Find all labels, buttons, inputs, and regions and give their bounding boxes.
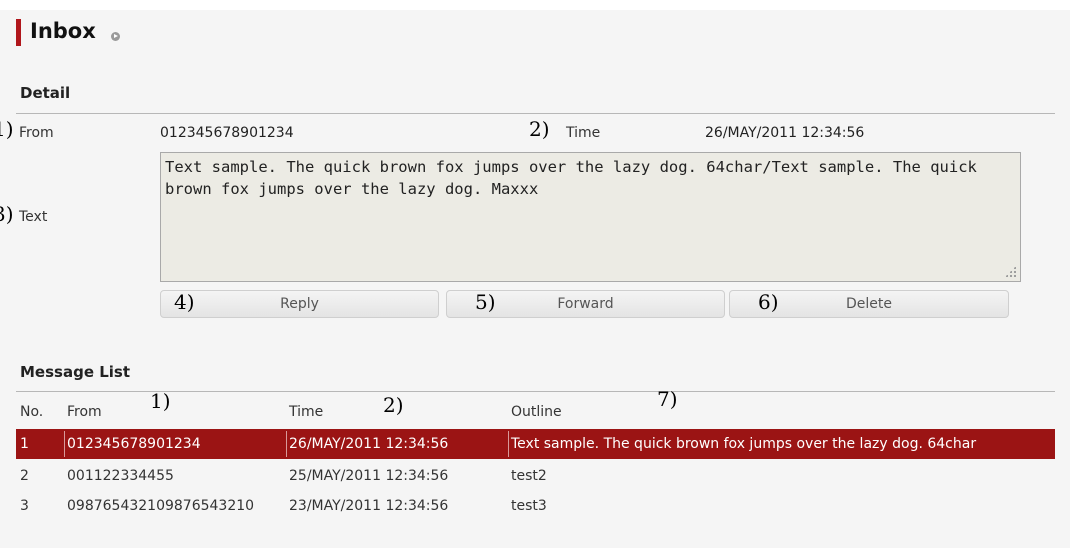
message-list-title: Message List [20,363,131,381]
column-time-marker: 2) [383,393,404,417]
detail-section-title: Detail [20,84,71,102]
row-no: 1 [20,436,29,452]
row-time: 23/MAY/2011 12:34:56 [289,498,449,514]
message-list-divider [16,391,1055,392]
row-outline: Text sample. The quick brown fox jumps o… [511,436,977,452]
from-marker: 1) [0,117,14,141]
column-header-time: Time [289,404,324,420]
row-no: 3 [20,498,29,514]
cell-separator [286,431,287,457]
resize-grip-icon[interactable] [1005,266,1016,277]
table-row[interactable]: 3 098765432109876543210 23/MAY/2011 12:3… [16,491,1055,521]
cell-separator [508,431,509,457]
cell-separator [64,431,65,457]
delete-button-label: Delete [846,296,892,312]
row-time: 25/MAY/2011 12:34:56 [289,468,449,484]
table-row[interactable]: 2 001122334455 25/MAY/2011 12:34:56 test… [16,461,1055,491]
page-title: Inbox [30,19,96,43]
message-text: Text sample. The quick brown fox jumps o… [165,158,977,198]
time-label: Time [566,125,601,141]
from-label: From [19,125,54,141]
row-outline: test3 [511,498,547,514]
row-from: 098765432109876543210 [67,498,255,514]
time-value: 26/MAY/2011 12:34:56 [705,125,865,141]
row-from: 001122334455 [67,468,174,484]
row-from: 012345678901234 [67,436,201,452]
row-time: 26/MAY/2011 12:34:56 [289,436,449,452]
reply-button-label: Reply [280,296,319,312]
from-value: 012345678901234 [160,125,294,141]
reply-button[interactable]: Reply [160,290,439,318]
detail-divider [16,113,1055,114]
column-outline-marker: 7) [657,387,678,411]
column-header-from: From [67,404,102,420]
row-outline: test2 [511,468,547,484]
text-label: Text [19,209,48,225]
text-marker: 3) [0,202,14,226]
column-header-outline: Outline [511,404,562,420]
forward-button-label: Forward [557,296,614,312]
table-row[interactable]: 1 012345678901234 26/MAY/2011 12:34:56 T… [16,429,1055,459]
message-text-area[interactable]: Text sample. The quick brown fox jumps o… [160,152,1021,282]
forward-marker: 5) [475,290,496,314]
circle-arrow-icon [111,32,120,41]
column-from-marker: 1) [150,389,171,413]
column-header-no: No. [20,404,44,420]
time-marker: 2) [529,117,550,141]
reply-marker: 4) [174,290,195,314]
title-accent-bar [16,19,21,46]
row-no: 2 [20,468,29,484]
delete-marker: 6) [758,290,779,314]
